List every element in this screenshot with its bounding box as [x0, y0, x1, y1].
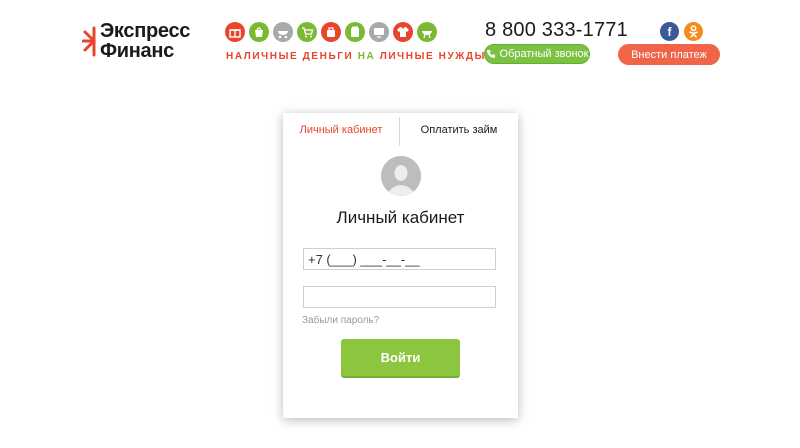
tv-icon [369, 22, 389, 42]
facebook-icon[interactable]: f [660, 22, 679, 41]
pram-icon [273, 22, 293, 42]
bag-icon [321, 22, 341, 42]
logo[interactable]: Экспресс Финанс [82, 20, 212, 64]
shopping-bag-icon [249, 22, 269, 42]
login-card: Личный кабинет Оплатить займ Личный каби… [283, 113, 518, 418]
gift-icon [225, 22, 245, 42]
logo-text: Экспресс Финанс [100, 21, 190, 61]
odnoklassniki-icon[interactable] [684, 22, 703, 41]
slogan-part1: НАЛИЧНЫЕ ДЕНЬГИ [226, 51, 358, 62]
password-input[interactable] [303, 286, 496, 308]
callback-button[interactable]: Обратный звонок [484, 44, 590, 64]
user-avatar-icon [381, 156, 421, 196]
odnoklassniki-glyph-icon [689, 25, 698, 38]
card-tabs: Личный кабинет Оплатить займ [283, 113, 518, 146]
logo-line2: Финанс [100, 40, 174, 62]
card-title: Личный кабинет [336, 208, 465, 227]
phone-input[interactable] [303, 248, 496, 270]
logo-line1: Экспресс [100, 20, 191, 42]
phone-icon [486, 50, 495, 58]
facebook-letter: f [667, 24, 672, 39]
cart-icon [297, 22, 317, 42]
callback-label: Обратный звонок [499, 48, 589, 60]
slogan-part3: ЛИЧНЫЕ НУЖДЫ [375, 51, 487, 62]
pills-icon [345, 22, 365, 42]
slogan: НАЛИЧНЫЕ ДЕНЬГИ НА ЛИЧНЫЕ НУЖДЫ [226, 51, 486, 62]
tab-pay-loan[interactable]: Оплатить займ [400, 113, 518, 146]
avatar [381, 156, 421, 196]
login-button[interactable]: Войти [341, 339, 460, 376]
shirt-icon [393, 22, 413, 42]
tab-personal-cabinet[interactable]: Личный кабинет [283, 113, 399, 146]
category-icons [225, 22, 455, 48]
slogan-part2: НА [357, 51, 376, 62]
grill-icon [417, 22, 437, 42]
phone-number[interactable]: 8 800 333-1771 [485, 19, 628, 42]
pay-button[interactable]: Внести платеж [618, 44, 720, 65]
forgot-password-link[interactable]: Забыли пароль? [302, 315, 379, 326]
